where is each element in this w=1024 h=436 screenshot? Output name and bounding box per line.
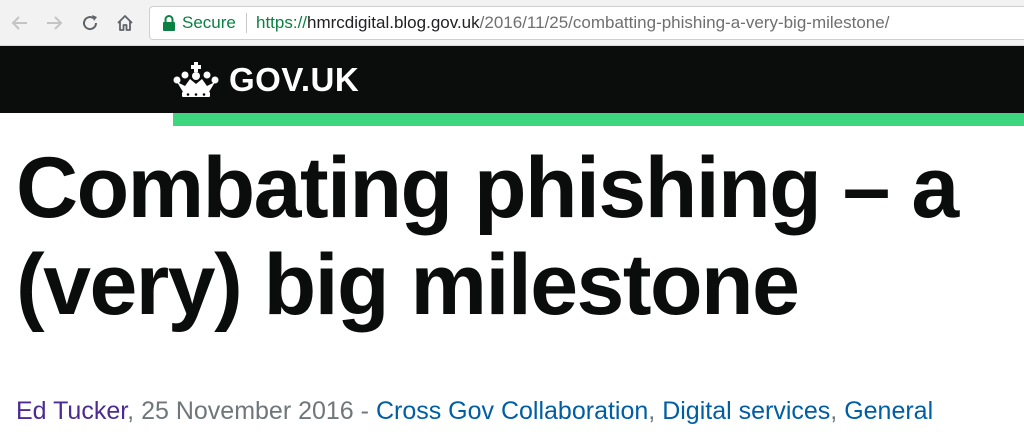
author-link[interactable]: Ed Tucker xyxy=(16,397,127,425)
category-link-cross-gov[interactable]: Cross Gov Collaboration xyxy=(376,397,648,425)
forward-button[interactable] xyxy=(42,11,66,35)
secure-label: Secure xyxy=(182,13,236,32)
url-host: hmrcdigital.blog.gov.uk xyxy=(307,13,480,32)
byline: Ed Tucker, 25 November 2016 - Cross Gov … xyxy=(16,393,1024,429)
reload-button[interactable] xyxy=(78,11,102,35)
lock-icon xyxy=(163,15,175,31)
publish-date: 25 November 2016 xyxy=(141,397,354,425)
category-link-digital-services[interactable]: Digital services xyxy=(662,397,830,425)
address-bar[interactable]: Secure https://hmrcdigital.blog.gov.uk/2… xyxy=(149,6,1024,40)
reload-icon xyxy=(83,15,98,31)
byline-separator: , xyxy=(127,397,142,425)
arrow-left-icon xyxy=(11,16,27,30)
govuk-header: GOV.UK xyxy=(0,46,1024,113)
url-text[interactable]: https://hmrcdigital.blog.gov.uk/2016/11/… xyxy=(256,13,889,33)
omnibox-divider xyxy=(246,13,247,33)
url-path: /2016/11/25/combatting-phishing-a-very-b… xyxy=(479,13,890,32)
govuk-logotype: GOV.UK xyxy=(229,61,360,98)
byline-dash: - xyxy=(353,397,376,425)
page-title: Combating phishing – a (very) big milest… xyxy=(16,140,959,333)
home-icon xyxy=(117,15,133,31)
category-separator: , xyxy=(648,397,663,425)
category-link-general[interactable]: General xyxy=(844,397,933,425)
arrow-right-icon xyxy=(47,16,63,30)
back-button[interactable] xyxy=(8,11,32,35)
url-scheme: https:// xyxy=(256,13,308,32)
category-separator: , xyxy=(830,397,845,425)
crown-icon xyxy=(173,62,219,97)
home-button[interactable] xyxy=(113,11,137,35)
header-green-stripe xyxy=(173,113,1024,126)
govuk-logo-link[interactable]: GOV.UK xyxy=(173,60,359,100)
browser-toolbar: Secure https://hmrcdigital.blog.gov.uk/2… xyxy=(0,0,1024,46)
